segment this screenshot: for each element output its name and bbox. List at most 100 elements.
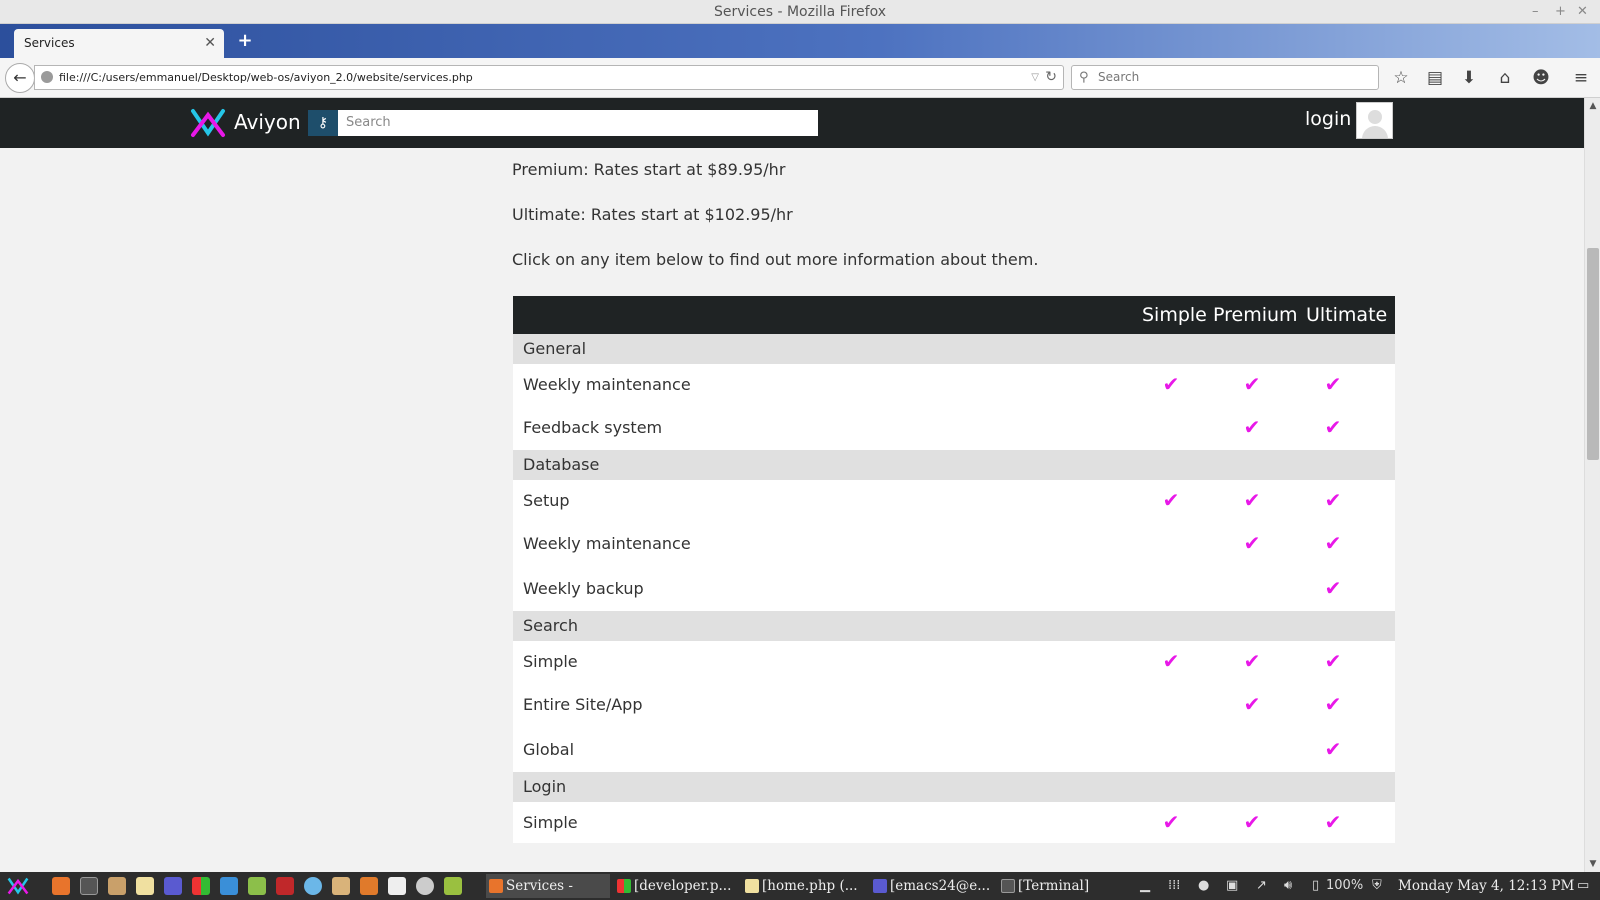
key-search-icon[interactable]: ⚷ [308, 110, 338, 136]
task-firefox[interactable]: Services - Mo... [486, 874, 610, 898]
browser-search-input[interactable]: ⚲ Search [1071, 65, 1379, 90]
scroll-down-arrow-icon[interactable]: ▼ [1587, 858, 1599, 870]
group-header-general: General [513, 334, 1395, 364]
table-row[interactable]: Global ✔ [513, 727, 1395, 772]
table-row[interactable]: Entire Site/App ✔ ✔ [513, 682, 1395, 727]
volume-icon[interactable]: 🔊︎ [1284, 874, 1292, 898]
back-button[interactable]: ← [5, 63, 35, 93]
url-bar[interactable]: file:///C:/users/emmanuel/Desktop/web-os… [34, 65, 1064, 90]
url-dropdown-icon[interactable]: ▽ [1031, 66, 1039, 89]
bookmark-star-icon[interactable]: ☆ [1390, 66, 1412, 90]
reading-list-icon[interactable]: ▤ [1424, 66, 1446, 90]
files-launcher-icon[interactable] [108, 877, 126, 895]
download-icon[interactable]: ⬇ [1458, 66, 1480, 90]
document-launcher-icon[interactable] [388, 877, 406, 895]
row-label: Entire Site/App [523, 695, 643, 714]
firefox-launcher-icon[interactable] [52, 877, 70, 895]
column-header-simple: Simple [1142, 304, 1207, 326]
check-icon-simple: ✔ [1162, 372, 1180, 396]
camera-launcher-icon[interactable] [416, 877, 434, 895]
avatar[interactable] [1356, 102, 1393, 139]
brand-name[interactable]: Aviyon [234, 110, 301, 134]
paint-launcher-icon[interactable] [360, 877, 378, 895]
check-icon-ultimate: ✔ [1324, 576, 1342, 600]
row-label: Feedback system [523, 418, 663, 437]
filezilla-launcher-icon[interactable] [276, 877, 294, 895]
table-row[interactable]: Simple ✔ ✔ ✔ [513, 641, 1395, 682]
menu-icon[interactable]: ≡ [1570, 66, 1592, 90]
check-icon-ultimate: ✔ [1324, 488, 1342, 512]
check-icon-premium: ✔ [1243, 810, 1261, 834]
start-menu-icon[interactable] [6, 876, 30, 896]
task-label: [Terminal] [1018, 878, 1090, 894]
tab-services[interactable]: Services ✕ [14, 29, 224, 58]
user-icon[interactable]: ● [1198, 874, 1209, 898]
group-header-database: Database [513, 450, 1395, 480]
minimize-icon[interactable]: – [1532, 0, 1539, 24]
ultimate-rate-text: Ultimate: Rates start at $102.95/hr [512, 205, 793, 224]
task-terminal[interactable]: [Terminal] [998, 874, 1110, 898]
chat-icon[interactable]: ☻ [1530, 66, 1552, 90]
row-label: Simple [523, 652, 578, 671]
check-icon-ultimate: ✔ [1324, 649, 1342, 673]
scrollbar-thumb[interactable] [1587, 248, 1599, 460]
word-launcher-icon[interactable] [220, 877, 238, 895]
aviyon-logo-icon[interactable] [190, 107, 226, 139]
close-tab-icon[interactable]: ✕ [204, 29, 216, 58]
office-launcher-icon[interactable] [192, 877, 210, 895]
site-search-input[interactable]: Search [338, 110, 818, 136]
task-emacs[interactable]: [emacs24@e... [870, 874, 994, 898]
browser-search-placeholder: Search [1098, 70, 1140, 84]
row-label: Weekly maintenance [523, 375, 691, 394]
task-home-php[interactable]: [home.php (... [742, 874, 866, 898]
task-label: [developer.p... [634, 878, 732, 894]
table-row[interactable]: Feedback system ✔ ✔ [513, 405, 1395, 450]
emacs-launcher-icon[interactable] [164, 877, 182, 895]
terminal-task-icon [1001, 879, 1015, 893]
login-link[interactable]: login [1305, 108, 1351, 130]
close-window-icon[interactable]: ✕ [1577, 0, 1588, 24]
clipboard-icon[interactable]: ▣ [1226, 874, 1238, 898]
folder-launcher-icon[interactable] [248, 877, 266, 895]
check-icon-ultimate: ✔ [1324, 810, 1342, 834]
notification-icon[interactable]: ▭ [1577, 874, 1589, 898]
instructions-text: Click on any item below to find out more… [512, 250, 1039, 269]
page-scrollbar[interactable]: ▲ ▼ [1584, 98, 1600, 872]
check-icon-premium: ✔ [1243, 649, 1261, 673]
row-label: Simple [523, 813, 578, 832]
network-icon[interactable]: ↗ [1256, 874, 1267, 898]
table-body: General Weekly maintenance ✔ ✔ ✔ Feedback sys… [513, 334, 1395, 843]
check-icon-premium: ✔ [1243, 488, 1261, 512]
column-header-premium: Premium [1213, 304, 1298, 326]
check-icon-ultimate: ✔ [1324, 692, 1342, 716]
navigation-toolbar: ← file:///C:/users/emmanuel/Desktop/web-… [0, 58, 1600, 98]
battery-icon[interactable]: ▯ [1312, 874, 1319, 898]
battery-percent: 100% [1326, 878, 1364, 893]
desktop-icon[interactable]: ▁ [1140, 874, 1150, 898]
table-row[interactable]: Weekly maintenance ✔ ✔ [513, 521, 1395, 566]
scroll-up-arrow-icon[interactable]: ▲ [1587, 100, 1599, 112]
row-label: Setup [523, 491, 570, 510]
home-icon[interactable]: ⌂ [1494, 66, 1516, 90]
misc-launcher-icon[interactable] [444, 877, 462, 895]
task-developer[interactable]: [developer.p... [614, 874, 738, 898]
clock[interactable]: Monday May 4, 12:13 PM [1398, 874, 1574, 898]
table-row[interactable]: Simple ✔ ✔ ✔ [513, 802, 1395, 843]
chrome-launcher-icon[interactable] [304, 877, 322, 895]
archive-launcher-icon[interactable] [332, 877, 350, 895]
emacs-task-icon [873, 879, 887, 893]
notes-launcher-icon[interactable] [136, 877, 154, 895]
table-row[interactable]: Weekly maintenance ✔ ✔ ✔ [513, 364, 1395, 405]
site-identity-icon[interactable] [41, 71, 53, 83]
page-viewport: Aviyon ⚷ Search login Premium: Rates sta… [0, 98, 1584, 872]
new-tab-icon[interactable]: + [236, 31, 254, 51]
apps-grid-icon[interactable]: ⁞⁞⁞ [1168, 874, 1180, 898]
site-header: Aviyon ⚷ Search login [0, 98, 1584, 148]
terminal-launcher-icon[interactable] [80, 877, 98, 895]
reload-icon[interactable]: ↻ [1045, 66, 1057, 89]
table-row[interactable]: Setup ✔ ✔ ✔ [513, 480, 1395, 521]
maximize-icon[interactable]: + [1555, 0, 1566, 24]
table-row[interactable]: Weekly backup ✔ [513, 566, 1395, 611]
shield-icon[interactable]: ⛨ [1372, 874, 1382, 898]
site-search-placeholder: Search [346, 115, 391, 130]
